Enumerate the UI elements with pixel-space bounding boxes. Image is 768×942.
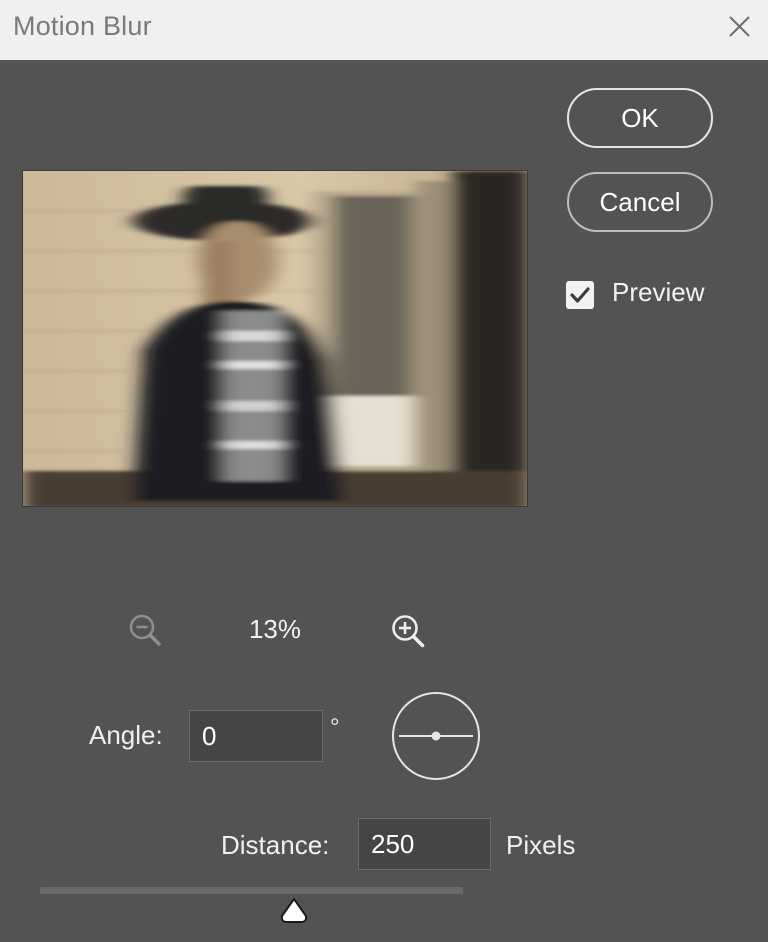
degree-symbol: ° xyxy=(330,714,340,741)
zoom-out-icon[interactable] xyxy=(127,612,163,648)
angle-label: Angle: xyxy=(89,720,163,750)
window-title: Motion Blur xyxy=(13,11,152,41)
angle-dial-icon[interactable] xyxy=(391,691,481,781)
angle-input[interactable]: 0 xyxy=(189,710,323,762)
title-bar: Motion Blur xyxy=(0,0,768,60)
preview-image[interactable] xyxy=(22,170,528,507)
preview-label[interactable]: Preview xyxy=(612,277,704,308)
pixels-unit-label: Pixels xyxy=(506,830,576,860)
ok-button[interactable]: OK xyxy=(567,88,713,148)
distance-slider-thumb[interactable] xyxy=(279,896,309,926)
zoom-in-icon[interactable] xyxy=(389,612,427,650)
distance-label: Distance: xyxy=(221,830,330,860)
preview-checkbox[interactable] xyxy=(566,281,594,309)
distance-input[interactable]: 250 xyxy=(358,818,491,870)
cancel-button[interactable]: Cancel xyxy=(567,172,713,232)
zoom-level: 13% xyxy=(248,614,302,644)
distance-slider-track[interactable] xyxy=(40,887,463,894)
close-icon[interactable] xyxy=(722,10,756,44)
